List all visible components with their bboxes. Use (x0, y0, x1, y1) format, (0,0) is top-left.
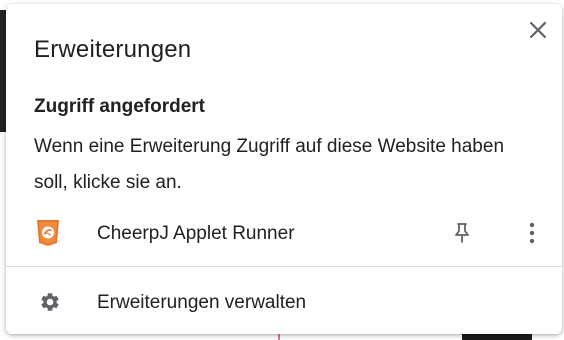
extension-row-cheerpj[interactable]: CheerpJ Applet Runner (6, 210, 562, 256)
more-vert-icon (529, 222, 535, 244)
manage-extensions-button[interactable]: Erweiterungen verwalten (6, 280, 562, 324)
gear-icon (41, 293, 59, 311)
cheerpj-shield-icon (37, 220, 59, 246)
pin-button[interactable] (448, 219, 476, 247)
extension-name: CheerpJ Applet Runner (97, 223, 295, 244)
extension-menu-button[interactable] (518, 219, 546, 247)
pin-icon (455, 223, 469, 243)
close-button[interactable] (524, 16, 552, 44)
extensions-popup: Erweiterungen Zugriff angefordert Wenn e… (6, 4, 562, 334)
divider (6, 266, 562, 267)
close-icon (529, 21, 547, 39)
background-page-detail (278, 334, 280, 340)
manage-extensions-label: Erweiterungen verwalten (97, 292, 307, 313)
access-requested-heading: Zugriff angefordert (34, 96, 205, 117)
popup-title: Erweiterungen (34, 36, 192, 63)
access-description: Wenn eine Erweiterung Zugriff auf diese … (34, 136, 505, 193)
